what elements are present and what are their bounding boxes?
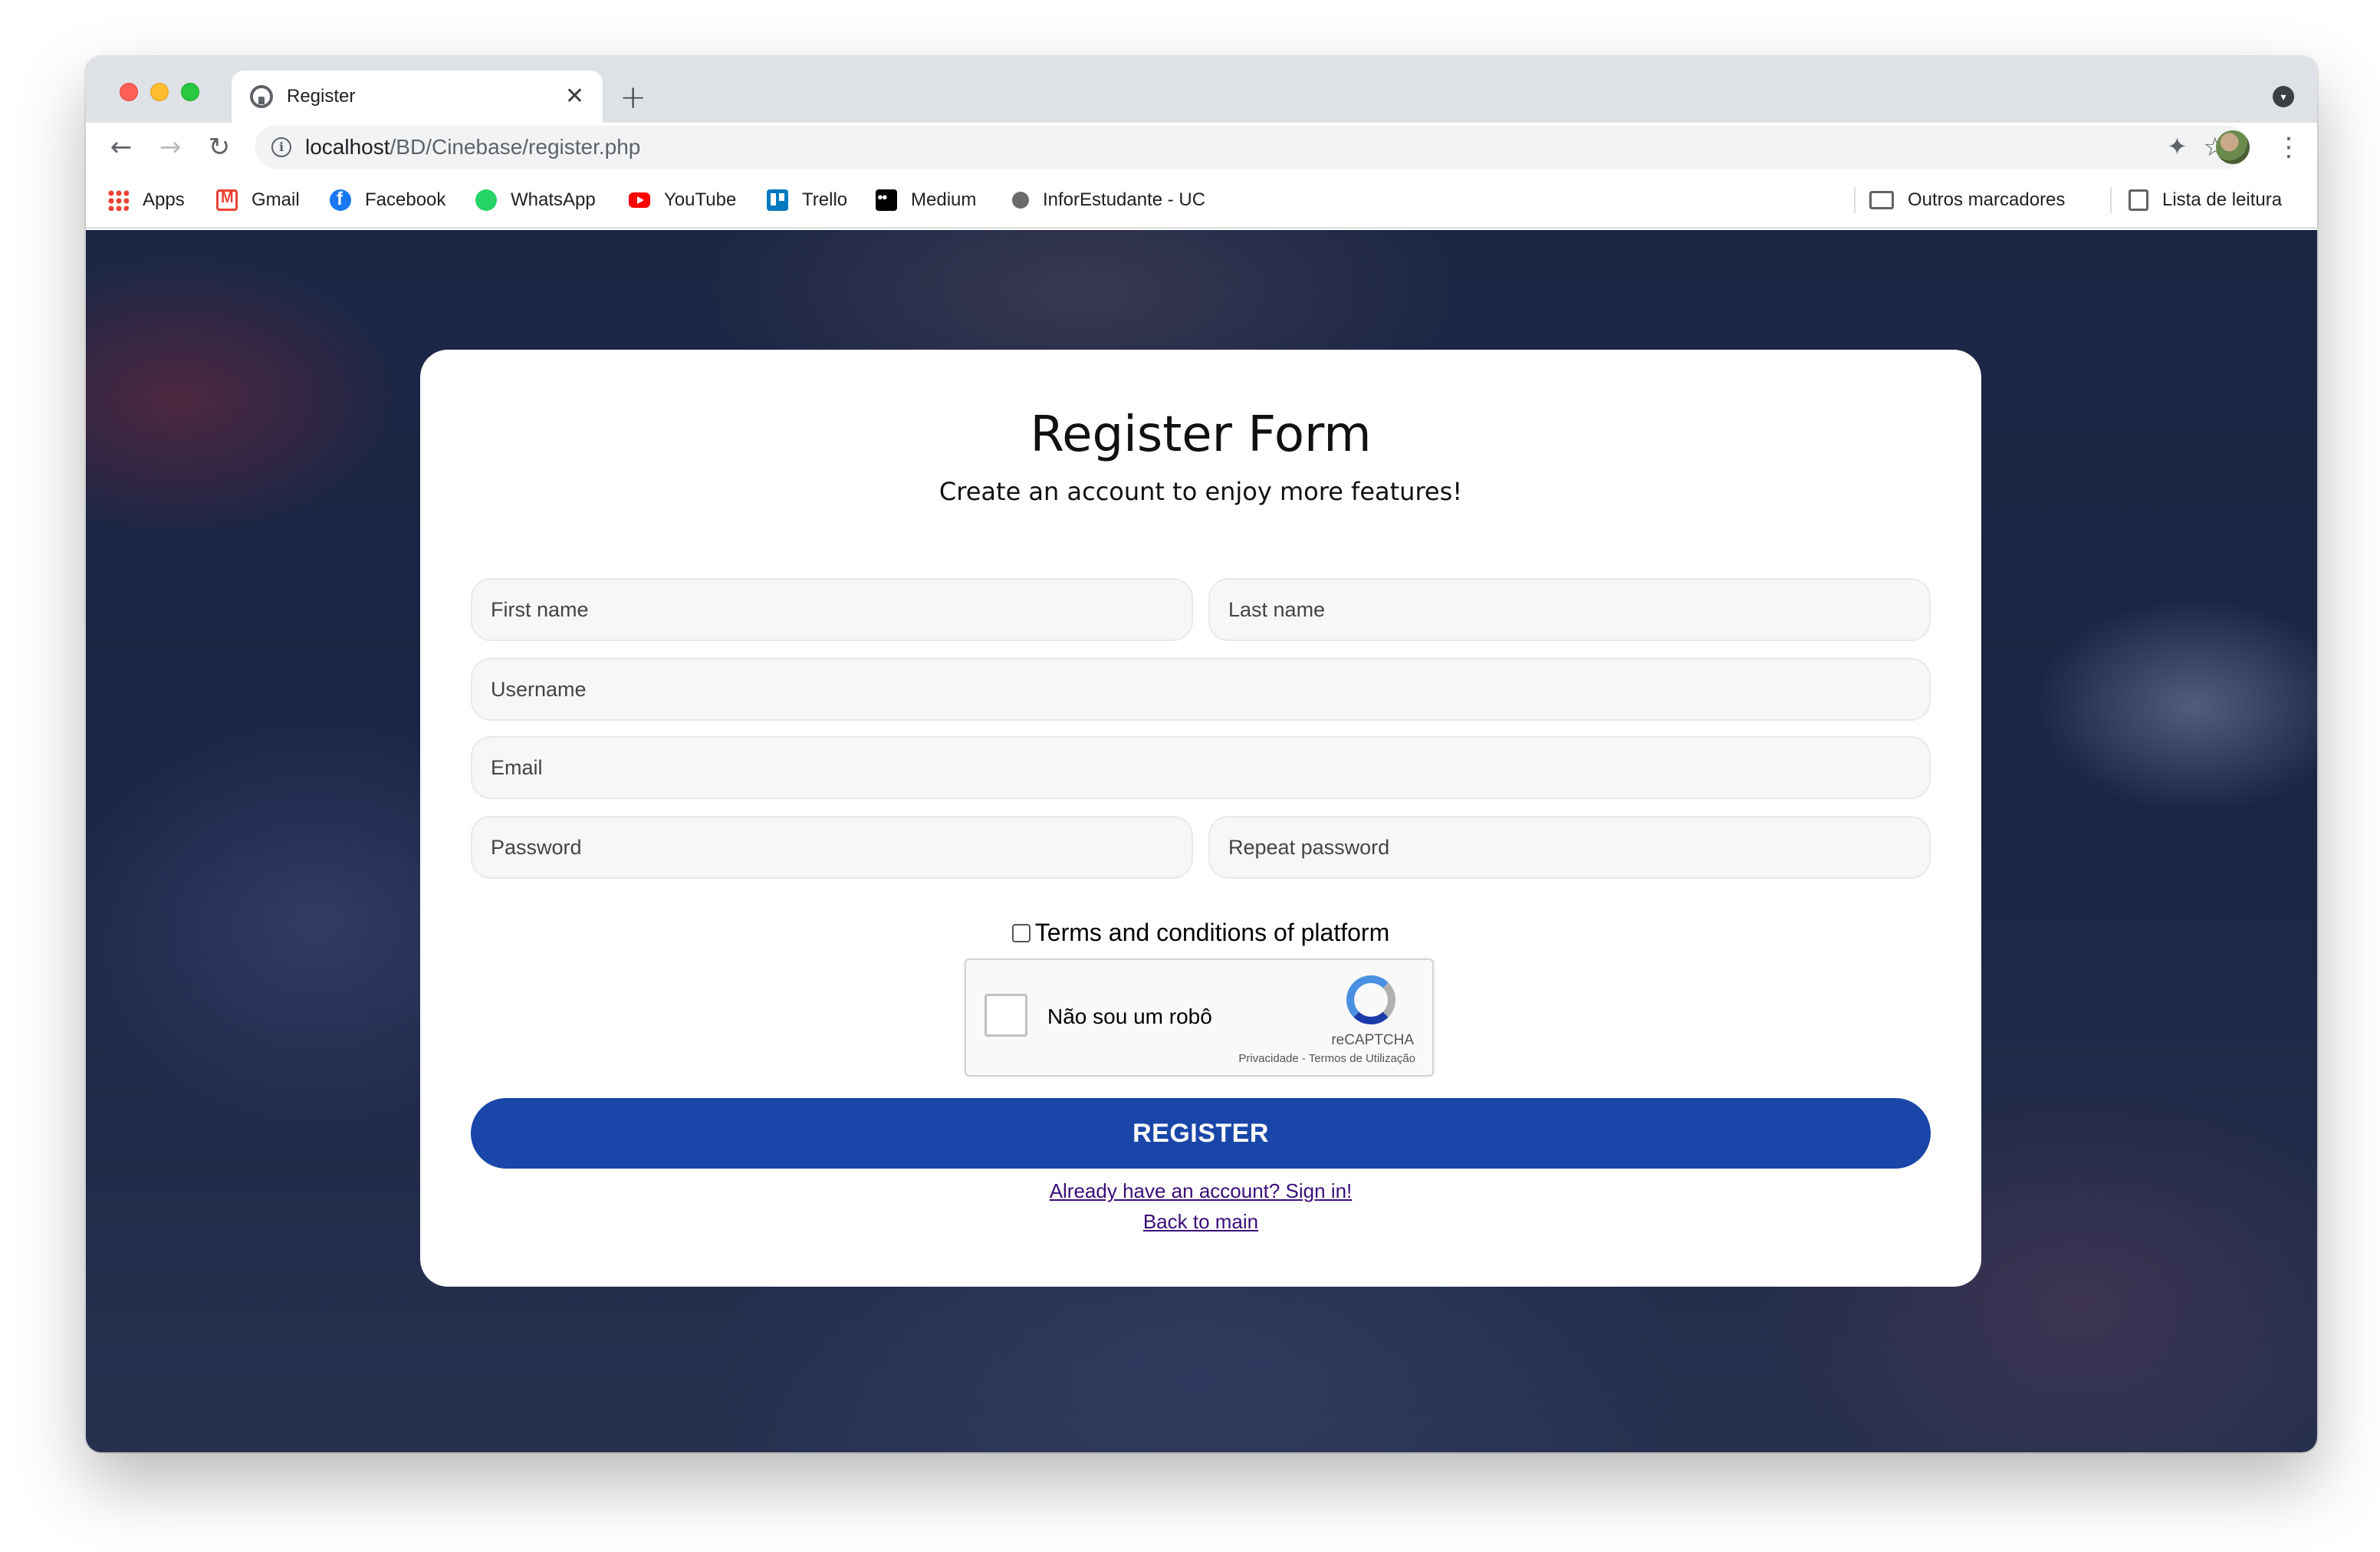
site-info-icon[interactable]: i [271,137,291,157]
url-host: localhost [305,135,390,159]
new-tab-button[interactable]: + [620,81,646,113]
url-text[interactable]: localhost/BD/Cinebase/register.php [305,135,640,159]
bookmark-medium[interactable]: Medium [876,189,976,212]
bookmark-label: Apps [143,189,185,210]
recaptcha-label: Não sou um robô [1047,1005,1212,1028]
bookmark-label: Facebook [365,189,446,210]
trello-icon [767,189,788,211]
apps-grid-icon [107,189,129,211]
bookmark-whatsapp[interactable]: WhatsApp [475,189,596,212]
email-field[interactable] [471,736,1931,799]
bookmark-gmail[interactable]: Gmail [216,189,300,212]
last-name-field[interactable] [1208,578,1931,641]
bookmark-label: Medium [911,189,977,210]
facebook-icon [330,189,351,211]
browser-window: Register ✕ + ▾ ← → ↻ i localhost/BD/Cine… [86,57,2317,1452]
terms-checkbox[interactable] [1011,923,1031,942]
page-title: Register Form [1030,406,1372,463]
terms-label: Terms and conditions of platform [1034,919,1390,946]
recaptcha-terms-link[interactable]: Privacidade - Termos de Utilização [1238,1052,1415,1065]
terms-row: Terms and conditions of platform [420,919,1981,947]
toolbar: ← → ↻ i localhost/BD/Cinebase/register.p… [86,123,2317,172]
reading-list-icon [2129,189,2148,211]
profile-avatar[interactable] [2216,130,2250,164]
tab-strip: Register ✕ + ▾ [86,57,2317,123]
tab-close-icon[interactable]: ✕ [565,85,584,108]
gmail-icon [216,189,238,211]
sign-in-link[interactable]: Already have an account? Sign in! [420,1179,1981,1203]
back-to-main-link[interactable]: Back to main [420,1210,1981,1234]
bookmark-label: WhatsApp [511,189,596,210]
password-field[interactable] [471,816,1193,879]
page-background: Register Form Create an account to enjoy… [86,230,2317,1452]
reading-list[interactable]: Lista de leitura [2129,189,2282,212]
url-path: /BD/Cinebase/register.php [390,135,641,159]
reload-button[interactable]: ↻ [201,129,238,166]
medium-icon [876,189,897,211]
youtube-icon [629,192,650,208]
bookmark-label: Lista de leitura [2162,189,2283,210]
recaptcha-checkbox[interactable] [985,994,1027,1037]
bookmark-trello[interactable]: Trello [767,189,847,212]
close-window-button[interactable] [120,83,138,101]
tab-title: Register [287,86,356,107]
bookmarks-divider [2110,187,2112,213]
first-name-field[interactable] [471,578,1193,641]
bookmark-label: InforEstudante - UC [1043,189,1206,210]
bookmark-apps[interactable]: Apps [107,189,185,212]
page-subtitle: Create an account to enjoy more features… [939,477,1463,506]
register-button[interactable]: REGISTER [471,1098,1931,1169]
maximize-window-button[interactable] [181,83,199,101]
bookmark-label: Trello [802,189,848,210]
whatsapp-icon [475,189,497,211]
bookmark-label: Outros marcadores [1908,189,2066,210]
recaptcha-widget: Não sou um robô reCAPTCHA Privacidade - … [965,958,1434,1077]
bookmark-label: Gmail [251,189,300,210]
back-button[interactable]: ← [103,129,140,166]
forward-button[interactable]: → [152,129,189,166]
username-field[interactable] [471,658,1931,721]
register-card: Register Form Create an account to enjoy… [420,350,1981,1287]
address-bar[interactable]: i localhost/BD/Cinebase/register.php ☆ [255,126,2248,169]
extensions-puzzle-icon[interactable]: ✦ [2167,132,2188,161]
folder-icon [1869,191,1894,209]
bookmark-facebook[interactable]: Facebook [330,189,445,212]
bookmark-other-folder[interactable]: Outros marcadores [1869,189,2065,212]
browser-menu-icon[interactable]: ⋮ [2276,129,2302,166]
github-favicon-icon [250,85,273,108]
bookmark-youtube[interactable]: YouTube [629,189,736,212]
tab-search-icon[interactable]: ▾ [2273,86,2294,107]
bookmarks-bar: Apps Gmail Facebook WhatsApp YouTube Tre… [86,172,2317,229]
bookmarks-divider [1854,187,1856,213]
minimize-window-button[interactable] [150,83,169,101]
tab-register[interactable]: Register ✕ [232,71,603,123]
recaptcha-brand: reCAPTCHA [1331,1032,1414,1048]
uc-icon [1012,192,1029,209]
bookmark-inforestudante[interactable]: InforEstudante - UC [1012,189,1205,212]
repeat-password-field[interactable] [1208,816,1931,879]
bookmark-label: YouTube [664,189,737,210]
recaptcha-logo-icon [1346,975,1395,1024]
